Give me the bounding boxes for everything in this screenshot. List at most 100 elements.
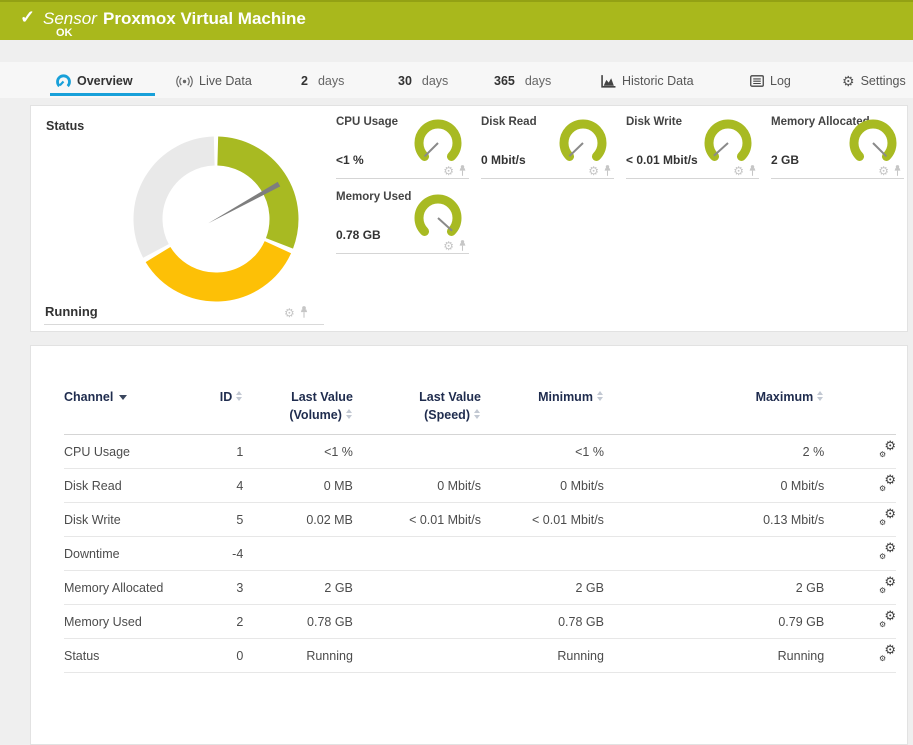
status-tile-actions: ⚙ [284,306,309,319]
channel-settings-gears-icon[interactable]: ⚙⚙ [879,510,896,526]
tab-settings[interactable]: ⚙ Settings [842,70,906,92]
mini-gauge-title: Disk Read [481,116,537,128]
tab-2-days-unit: days [318,74,344,88]
tab-log[interactable]: Log [750,70,791,92]
sort-caret-icon [119,395,127,400]
mini-gauge-value: 0 Mbit/s [481,153,526,167]
minimum-cell: Running [481,639,604,673]
sort-arrows-icon[interactable] [474,409,481,419]
sort-arrows-icon[interactable] [817,391,824,401]
channel-settings-gears-icon[interactable]: ⚙⚙ [879,578,896,594]
table-row-memory-allocated: Memory Allocated 3 2 GB 2 GB 2 GB ⚙⚙ [64,571,896,605]
header-last-value-volume[interactable]: Last Value (Volume) [243,384,353,435]
pin-icon[interactable] [603,165,612,177]
sort-arrows-icon[interactable] [346,409,353,419]
maximum-cell: 2 GB [604,571,824,605]
tab-30-days[interactable]: 30 days [398,70,448,92]
pin-icon[interactable] [299,306,309,319]
mini-gauge-value: < 0.01 Mbit/s [626,153,698,167]
channel-gear-icon[interactable]: ⚙ [443,165,454,177]
header-id[interactable]: ID [197,384,243,435]
channel-id-cell: 2 [197,605,243,639]
header-maximum-label: Maximum [756,390,814,404]
channel-settings-gears-icon[interactable]: ⚙⚙ [879,612,896,628]
tab-live-data[interactable]: Live Data [176,70,252,92]
gauge-needle [873,143,886,156]
header-lvv-line1: Last Value [291,390,353,404]
gauge-needle [438,218,452,231]
sensor-header: ✓ Sensor Proxmox Virtual Machine OK [0,0,913,40]
channel-settings-gears-icon[interactable]: ⚙⚙ [879,476,896,492]
table-row-disk-read: Disk Read 4 0 MB 0 Mbit/s 0 Mbit/s 0 Mbi… [64,469,896,503]
mini-gauge-value: 0.78 GB [336,228,381,242]
tab-30-days-unit: days [422,74,448,88]
gauges-overview-panel: Status Running ⚙ CPU Usage <1 % ⚙ [30,105,908,332]
header-minimum[interactable]: Minimum [481,384,604,435]
maximum-cell [604,537,824,571]
channel-id-cell: 3 [197,571,243,605]
channel-gear-icon[interactable]: ⚙ [443,240,454,252]
mini-gauge-title: Memory Used [336,191,411,203]
header-last-value-speed[interactable]: Last Value (Speed) [353,384,481,435]
tab-overview[interactable]: Overview [56,70,133,92]
mini-gauge-tile-memory-used: Memory Used 0.78 GB ⚙ [336,189,469,254]
sensor-title: Proxmox Virtual Machine [103,9,306,29]
maximum-cell: 0.79 GB [604,605,824,639]
tab-2-days[interactable]: 2 days [301,70,344,92]
status-gauge-tile: Status Running ⚙ [31,106,325,333]
tab-365-days-unit: days [525,74,551,88]
sort-arrows-icon[interactable] [597,391,604,401]
mini-tile-actions: ⚙ [443,165,467,177]
channel-gear-icon[interactable]: ⚙ [733,165,744,177]
channel-id-cell: 1 [197,435,243,469]
mini-gauge-tile-cpu-usage: CPU Usage <1 % ⚙ [336,114,469,179]
channel-settings-gears-icon[interactable]: ⚙⚙ [879,646,896,662]
tab-2-days-number: 2 [301,74,308,88]
channel-settings-gears-icon[interactable]: ⚙⚙ [879,544,896,560]
minimum-cell: 2 GB [481,571,604,605]
mini-gauge [700,119,756,171]
header-lvs-line1: Last Value [419,390,481,404]
tab-historic-data[interactable]: Historic Data [601,70,694,92]
tab-30-days-number: 30 [398,74,412,88]
header-channel[interactable]: Channel [64,384,197,435]
sort-arrows-icon[interactable] [236,391,243,401]
gauge-needle [569,143,583,156]
channels-table-panel: Channel ID Last Value (Volume) Last Valu… [30,345,908,745]
channel-gear-icon[interactable]: ⚙ [588,165,599,177]
pin-icon[interactable] [748,165,757,177]
pin-icon[interactable] [458,165,467,177]
channel-id-cell: -4 [197,537,243,571]
channel-name-cell: CPU Usage [64,435,197,469]
status-ok-check-icon: ✓ [20,7,35,28]
table-header-row: Channel ID Last Value (Volume) Last Valu… [64,384,896,435]
table-row-downtime: Downtime -4 ⚙⚙ [64,537,896,571]
maximum-cell: 0.13 Mbit/s [604,503,824,537]
pin-icon[interactable] [893,165,902,177]
mini-tile-actions: ⚙ [733,165,757,177]
tile-divider [44,324,324,325]
mini-gauge [845,119,901,171]
last-value-speed-cell [353,571,481,605]
tab-historic-data-label: Historic Data [622,74,694,88]
channel-gear-icon[interactable]: ⚙ [878,165,889,177]
pin-icon[interactable] [458,240,467,252]
header-minimum-label: Minimum [538,390,593,404]
tab-overview-label: Overview [77,74,133,88]
channel-gear-icon[interactable]: ⚙ [284,307,295,319]
header-channel-label: Channel [64,390,113,404]
status-gauge-title: Status [46,119,84,133]
last-value-speed-cell: 0 Mbit/s [353,469,481,503]
tab-365-days[interactable]: 365 days [494,70,551,92]
table-row-status: Status 0 Running Running Running ⚙⚙ [64,639,896,673]
channel-name-cell: Disk Read [64,469,197,503]
last-value-volume-cell: 0.78 GB [243,605,353,639]
mini-gauge [410,194,466,246]
tab-live-data-label: Live Data [199,74,252,88]
channel-settings-gears-icon[interactable]: ⚙⚙ [879,442,896,458]
header-maximum[interactable]: Maximum [604,384,824,435]
header-lvv-line2: (Volume) [289,408,342,422]
object-kind-label: Sensor [43,9,97,29]
log-list-icon [750,75,764,87]
last-value-speed-cell [353,605,481,639]
